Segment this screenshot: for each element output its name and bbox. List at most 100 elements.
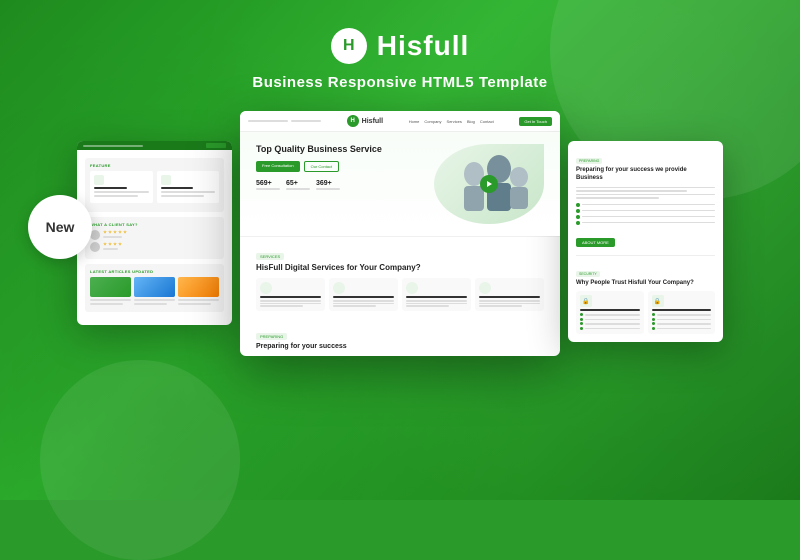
mini-top-bar-btn [206,143,226,148]
mini-article-title-3 [178,299,219,301]
stat-label-2 [286,188,310,190]
preview-hero-btns: Free Consultation Our Contact [256,161,426,172]
right-mini-check-3 [580,322,640,325]
right-mini-line-8 [657,328,712,330]
right-security-item-1: 🔒 [576,291,644,334]
preview-nav-logo: H Hisfull [347,115,383,127]
right-prep-text [576,187,715,199]
service-line-8 [406,303,467,305]
mini-stars-1 [103,230,127,234]
service-icon-1 [260,282,272,294]
mini-review-row-1 [90,230,219,240]
preview-nav-info [248,120,321,122]
preview-btn-contact[interactable]: Our Contact [304,161,340,172]
service-line-7 [406,300,467,302]
service-text-2 [333,300,394,307]
preview-left-inner: FEATURE [77,150,232,325]
mini-text-3 [94,195,138,197]
mini-believe-cols [90,171,219,203]
preview-services-grid [256,278,544,311]
logo-text: Hisfull [377,30,470,62]
mini-article-title-2 [134,299,175,301]
preview-stat-3: 369+ [316,180,340,190]
preview-services-badge: SERVICES [256,253,284,260]
logo-icon: H [331,28,367,64]
mini-top-bar [77,141,232,150]
right-mini-dot-3 [580,322,583,325]
mini-article-2 [134,277,175,307]
service-item-1 [256,278,325,311]
preview-prep-title: Preparing for your success [256,343,544,350]
preview-navbar: H Hisfull Home Company Services Blog Con… [240,111,560,132]
right-security-icon-1: 🔒 [580,295,592,307]
mini-article-text-2 [134,303,167,305]
service-line-4 [333,300,394,302]
nav-link-company: Company [424,119,441,124]
mini-review-row-2 [90,242,219,252]
preview-left-panel: FEATURE [77,141,232,325]
preview-services-title: HisFull Digital Services for Your Compan… [256,263,544,272]
right-text-line-3 [576,194,715,196]
mini-article-text-1 [90,303,123,305]
right-mini-dot-4 [580,327,583,330]
mini-text-5 [161,191,216,193]
right-check-line-2 [582,210,715,212]
preview-btn-consultation[interactable]: Free Consultation [256,161,300,172]
right-prep-badge: PREPARING [576,158,602,164]
preview-nav-cta[interactable]: Get In Touch [519,117,552,126]
service-text-1 [260,300,321,307]
right-security-section: SECURITY Why People Trust Hisfull Your C… [576,262,715,334]
right-mini-dot-6 [652,318,655,321]
preview-play-button[interactable] [480,175,498,193]
mini-articles-section: Latest Articles Updated [85,264,224,312]
mini-text-6 [161,195,205,197]
preview-right-inner: PREPARING Preparing for your success we … [568,141,723,342]
mini-text-4 [161,187,194,189]
right-check-3 [576,215,715,219]
service-title-3 [406,296,467,298]
tagline: Business Responsive HTML5 Template [252,74,547,91]
service-icon-3 [406,282,418,294]
right-check-line-3 [582,216,715,218]
service-line-11 [479,303,540,305]
preview-services-section: SERVICES HisFull Digital Services for Yo… [240,236,560,319]
mini-article-1 [90,277,131,307]
mini-articles-grid [90,277,219,307]
mini-reviewer-name-1 [103,236,122,238]
preview-prep-badge: PREPARING [256,333,287,340]
mini-col-icon-1 [94,175,104,185]
right-mini-check-1 [580,313,640,316]
star-8 [113,242,117,246]
main-content: FEATURE [0,91,800,356]
preview-center-panel: H Hisfull Home Company Services Blog Con… [240,111,560,356]
right-security-grid: 🔒 [576,291,715,334]
service-text-4 [479,300,540,307]
preview-nav-logo-icon: H [347,115,359,127]
service-line-6 [333,305,376,307]
stat-label-1 [256,188,280,190]
new-badge: New [28,195,92,259]
preview-nav-logo-text: Hisfull [362,118,383,125]
right-about-btn[interactable]: ABOUT MORE [576,238,615,247]
service-line-5 [333,303,394,305]
service-item-4 [475,278,544,311]
right-mini-line-2 [585,319,640,321]
right-check-4 [576,221,715,225]
right-mini-line-7 [657,323,712,325]
right-mini-check-6 [652,318,712,321]
mini-text-2 [94,191,149,193]
star-7 [108,242,112,246]
right-check-line-4 [582,222,715,224]
right-security-title-1 [580,309,640,311]
right-check-dot-2 [576,209,580,213]
mini-col-icon-2 [161,175,171,185]
star-3 [113,230,117,234]
right-mini-line-3 [585,323,640,325]
nav-link-contact: Contact [480,119,494,124]
right-check-dot-3 [576,215,580,219]
right-mini-line-6 [657,319,712,321]
star-6 [103,242,107,246]
preview-hero-right [434,144,544,224]
mini-avatar-2 [90,242,100,252]
right-security-title-2 [652,309,712,311]
